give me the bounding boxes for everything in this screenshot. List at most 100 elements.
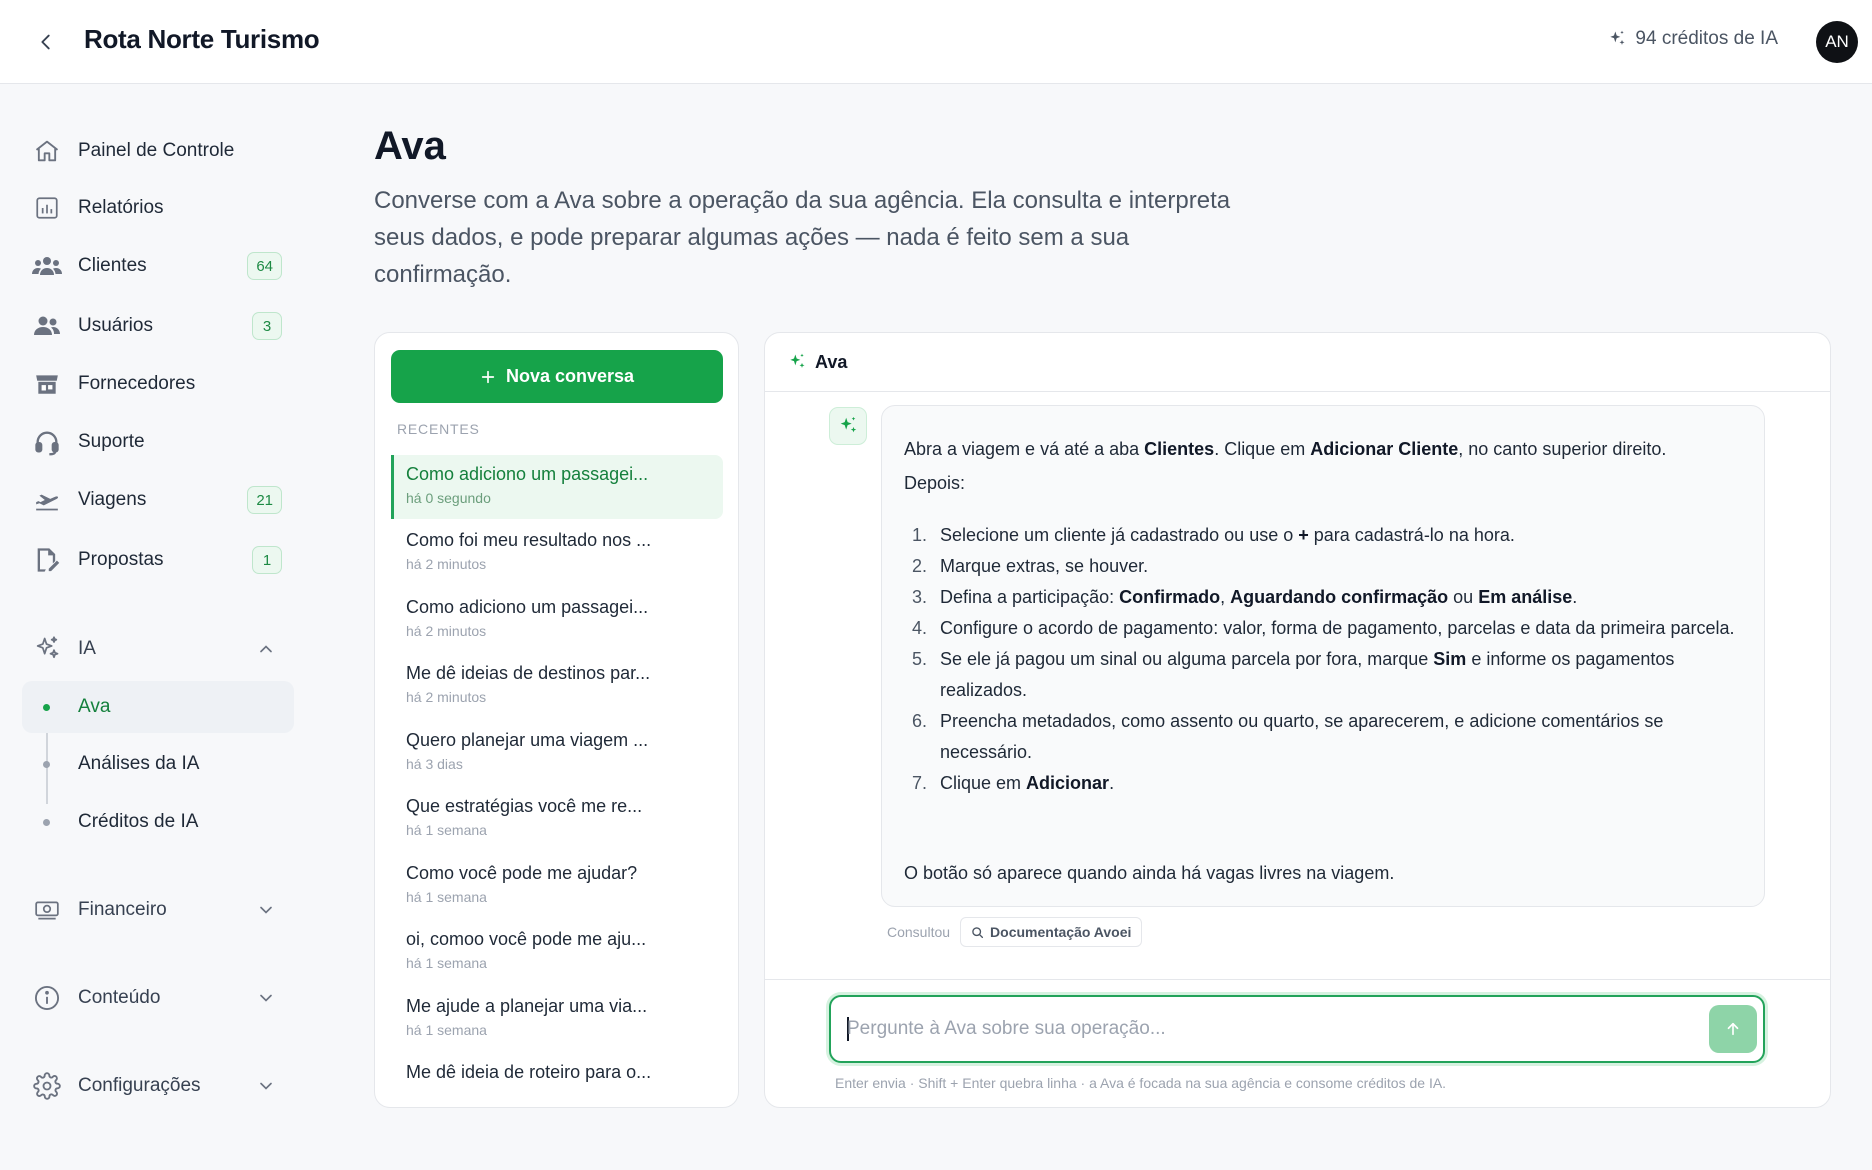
conversation-item[interactable]: Me dê ideia de roteiro para o... — [391, 1053, 723, 1107]
sidebar-section-ia[interactable]: IA — [22, 624, 294, 674]
message-paragraph: Depois: — [904, 473, 966, 493]
sidebar-item-analises[interactable]: Análises da IA — [22, 739, 294, 789]
chat-input[interactable] — [847, 1015, 1667, 1043]
store-icon — [24, 368, 70, 400]
sidebar-item-label: Painel de Controle — [78, 140, 235, 161]
consulted-sources: Consultou Documentação Avoei — [887, 917, 1143, 947]
chevron-down-icon — [260, 1082, 272, 1090]
conversation-item[interactable]: Como adiciono um passagei... há 2 minuto… — [391, 588, 723, 652]
sidebar-item-label: Fornecedores — [78, 373, 196, 394]
recent-section-label: RECENTES — [397, 421, 480, 437]
agency-name: Rota Norte Turismo — [84, 24, 320, 54]
conversation-item[interactable]: Me ajude a planejar uma via... há 1 sema… — [391, 987, 723, 1051]
sidebar-item-label: Usuários — [78, 315, 153, 336]
sidebar-section-label: IA — [78, 638, 96, 659]
gear-icon — [24, 1070, 70, 1102]
sidebar-subitem-label: Análises da IA — [78, 753, 200, 774]
sparkles-icon — [1610, 30, 1625, 45]
composer-divider — [765, 979, 1830, 980]
conversation-time: há 1 semana — [406, 889, 487, 905]
step-item: 6. Preencha metadados, como assento ou qu… — [912, 711, 1664, 762]
conversation-item[interactable]: Como adiciono um passagei... há 0 segund… — [391, 455, 723, 519]
page-description: Converse com a Ava sobre a operação da s… — [374, 187, 1231, 288]
tree-dot — [43, 818, 50, 826]
conversation-time: há 2 minutos — [406, 623, 487, 639]
top-bar: Rota Norte Turismo 94 créditos de IA AN — [0, 0, 1872, 84]
step-item: 4. Configure o acordo de pagamento: valor… — [912, 618, 1735, 638]
home-icon — [24, 135, 70, 167]
conversation-item[interactable]: Quero planejar uma viagem ... há 3 dias — [391, 721, 723, 785]
count-badge: 3 — [252, 312, 282, 340]
back-button[interactable] — [30, 26, 62, 58]
new-conversation-button[interactable]: Nova conversa — [391, 350, 723, 403]
conversation-time: há 1 semana — [406, 1022, 487, 1038]
sidebar-item-painel[interactable]: Painel de Controle — [22, 126, 294, 176]
sparkles-icon — [24, 633, 70, 665]
report-icon — [24, 192, 70, 224]
headset-icon — [24, 426, 70, 458]
tree-dot — [43, 760, 50, 768]
sidebar-item-propostas[interactable]: Propostas 1 — [22, 535, 294, 585]
sidebar-item-relatorios[interactable]: Relatórios — [22, 183, 294, 233]
chat-composer[interactable] — [829, 995, 1765, 1063]
conversation-title: Me ajude a planejar uma via... — [406, 996, 648, 1016]
plane-icon — [24, 484, 70, 516]
conversation-item[interactable]: Como foi meu resultado nos ... há 2 minu… — [391, 521, 723, 585]
sidebar-item-label: Clientes — [78, 255, 147, 276]
info-icon — [24, 982, 70, 1014]
chevron-up-icon — [260, 645, 272, 653]
message-paragraph: O botão só aparece quando ainda há vagas… — [904, 863, 1395, 883]
assistant-name: Ava — [815, 351, 848, 372]
arrow-up-icon — [1727, 1022, 1739, 1036]
source-chip[interactable]: Documentação Avoei — [960, 917, 1143, 947]
source-chip-label: Documentação Avoei — [990, 924, 1132, 940]
conversation-item[interactable]: Como você pode me ajudar? há 1 semana — [391, 854, 723, 918]
conversation-time: há 2 minutos — [406, 689, 487, 705]
conversation-item[interactable]: Que estratégias você me re... há 1 seman… — [391, 787, 723, 851]
count-badge: 21 — [247, 486, 282, 514]
consulted-label: Consultou — [887, 924, 951, 940]
conversation-time: há 0 segundo — [406, 490, 491, 506]
sparkles-icon — [790, 353, 805, 368]
assistant-message: Abra a viagem e vá até a aba Clientes. C… — [881, 405, 1765, 907]
send-button[interactable] — [1709, 1005, 1757, 1053]
conversation-title: Como adiciono um passagei... — [406, 597, 649, 617]
sidebar-item-creditos[interactable]: Créditos de IA — [22, 797, 294, 847]
sidebar-section-label: Financeiro — [78, 899, 167, 920]
users-group-icon — [24, 250, 70, 282]
sidebar-item-label: Viagens — [78, 489, 147, 510]
sidebar-item-suporte[interactable]: Suporte — [22, 417, 294, 467]
conversation-item[interactable]: oi, comoo você pode me aju... há 1 seman… — [391, 920, 723, 984]
conversation-title: Me dê ideias de destinos par... — [406, 663, 651, 683]
conversation-item[interactable]: Me dê ideias de destinos par... há 2 min… — [391, 654, 723, 718]
sidebar-item-label: Suporte — [78, 431, 145, 452]
conversation-time: há 1 semana — [406, 955, 487, 971]
chat-panel: Ava Abra a viagem e vá até a aba Cliente… — [764, 332, 1831, 1108]
sidebar-item-label: Relatórios — [78, 197, 164, 218]
sidebar-subitem-label: Ava — [78, 696, 111, 717]
sparkles-icon — [840, 416, 857, 433]
composer-hint: Enter envia · Shift + Enter quebra linha… — [835, 1075, 1447, 1091]
step-item: 5. Se ele já pagou um sinal ou alguma par… — [912, 649, 1675, 700]
conversation-time: há 3 dias — [406, 756, 463, 772]
users-icon — [24, 310, 70, 342]
sidebar-section-financeiro[interactable]: Financeiro — [22, 885, 294, 935]
sidebar-section-configuracoes[interactable]: Configurações — [22, 1061, 294, 1111]
sidebar-subitem-label: Créditos de IA — [78, 811, 199, 832]
sidebar-item-fornecedores[interactable]: Fornecedores — [22, 359, 294, 409]
sidebar-item-usuarios[interactable]: Usuários 3 — [22, 301, 294, 351]
sidebar-section-conteudo[interactable]: Conteúdo — [22, 973, 294, 1023]
conversation-title: Me dê ideia de roteiro para o... — [406, 1062, 652, 1082]
sidebar-item-viagens[interactable]: Viagens 21 — [22, 475, 294, 525]
document-edit-icon — [24, 544, 70, 576]
ai-credits-indicator[interactable]: 94 créditos de IA — [1607, 28, 1778, 50]
conversation-list-panel: Nova conversa RECENTES Como adiciono um … — [374, 332, 739, 1108]
sidebar-item-clientes[interactable]: Clientes 64 — [22, 241, 294, 291]
conversation-time: há 2 minutos — [406, 556, 487, 572]
sidebar-section-label: Conteúdo — [78, 987, 161, 1008]
conversation-title: oi, comoo você pode me aju... — [406, 929, 647, 949]
count-badge: 1 — [252, 546, 282, 574]
user-avatar[interactable]: AN — [1816, 21, 1858, 63]
sidebar-item-ava[interactable]: Ava — [22, 682, 294, 732]
sidebar-item-label: Propostas — [78, 549, 164, 570]
